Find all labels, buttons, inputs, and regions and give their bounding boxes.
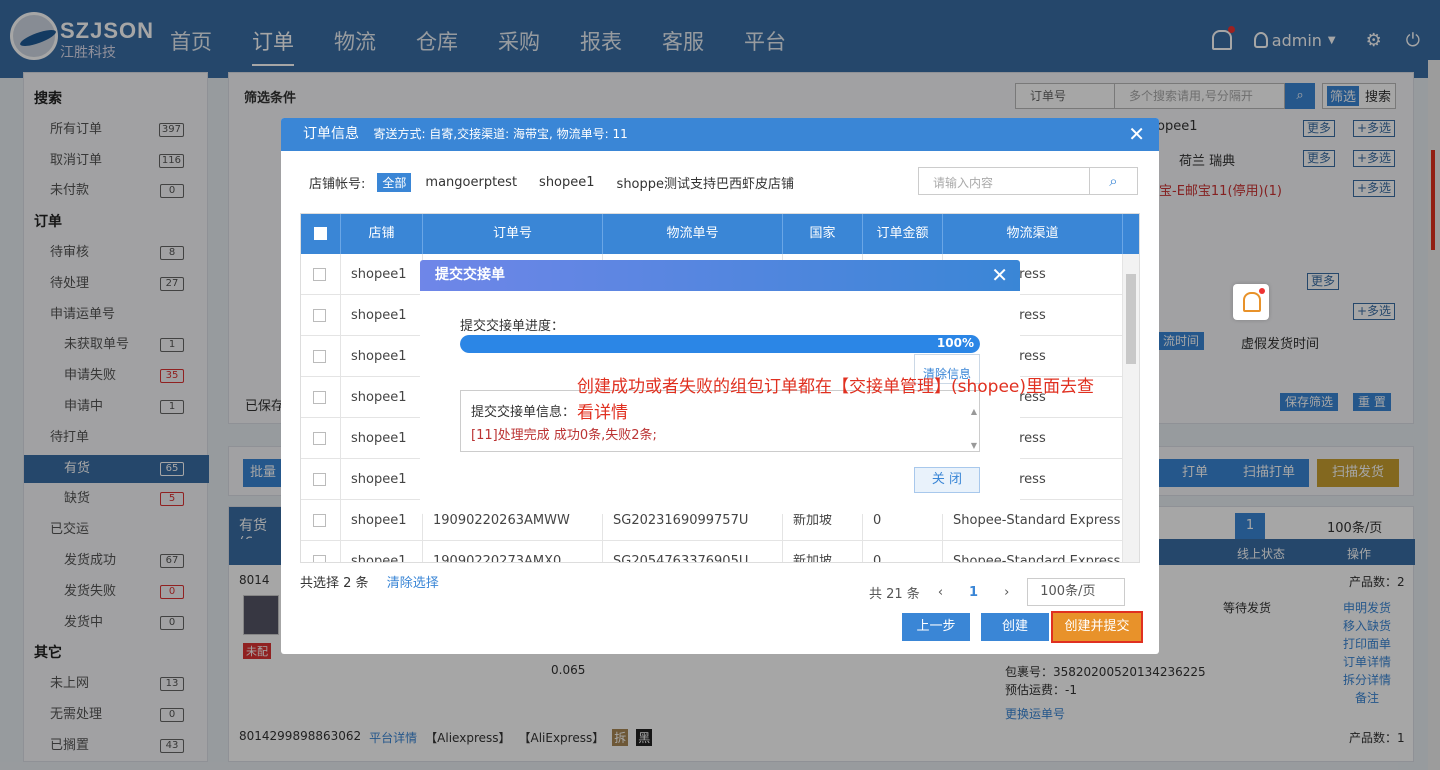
col-tracking-no: 物流单号 xyxy=(603,214,783,254)
table-scrollbar[interactable] xyxy=(1123,254,1139,562)
current-page[interactable]: 1 xyxy=(969,585,978,600)
cell-shop: shopee1 xyxy=(341,459,423,499)
cell-shop: shopee1 xyxy=(341,500,423,540)
search-icon[interactable]: ⌕ xyxy=(1089,168,1137,194)
cell-track: SG2054763376905U xyxy=(603,541,783,562)
pagination: 共 21 条 ‹ 1 › 100条/页 xyxy=(869,578,1126,606)
account-filter: 店铺帐号: 全部 mangoerptest shopee1 shoppe测试支持… xyxy=(309,173,816,192)
cell-shop: shopee1 xyxy=(341,418,423,458)
col-channel: 物流渠道 xyxy=(943,214,1123,254)
col-amount: 订单金额 xyxy=(863,214,943,254)
cell-country: 新加坡 xyxy=(783,541,863,562)
table-row[interactable]: shopee1 19090220273AMX0 SG2054763376905U 新加… xyxy=(301,541,1124,562)
progress-fill xyxy=(460,335,980,353)
cell-shop: shopee1 xyxy=(341,254,423,294)
selection-summary: 共选择 2 条 清除选择 xyxy=(300,572,439,591)
cell-channel: Shopee-Standard Express xyxy=(943,541,1123,562)
cell-order: 19090220273AMX0 xyxy=(423,541,603,562)
cell-amount: 0 xyxy=(863,541,943,562)
row-checkbox[interactable] xyxy=(301,295,341,335)
progress-text: 100% xyxy=(936,336,974,350)
order-info-dialog-header: 订单信息 寄送方式: 自寄,交接渠道: 海带宝, 物流单号: 11 xyxy=(281,118,1159,151)
submit-dialog-title: 提交交接单 xyxy=(420,260,1020,291)
close-button[interactable]: 关 闭 xyxy=(914,467,980,493)
table-scroll-thumb[interactable] xyxy=(1126,274,1136,364)
close-icon[interactable]: ✕ xyxy=(991,263,1008,287)
dialog-subtitle: 寄送方式: 自寄,交接渠道: 海带宝, 物流单号: 11 xyxy=(373,127,628,141)
prev-step-button[interactable]: 上一步 xyxy=(902,613,970,641)
total-count: 共 21 条 xyxy=(869,586,920,602)
progress-bar: 100% xyxy=(460,335,980,353)
next-page-icon[interactable]: › xyxy=(1004,585,1009,600)
close-icon[interactable]: ✕ xyxy=(1128,122,1145,146)
page-size-select[interactable]: 100条/页 xyxy=(1027,578,1126,606)
create-submit-button[interactable]: 创建并提交 xyxy=(1051,611,1143,643)
col-order-no: 订单号 xyxy=(423,214,603,254)
dialog-title: 订单信息 xyxy=(303,126,359,142)
col-country: 国家 xyxy=(783,214,863,254)
create-button[interactable]: 创建 xyxy=(981,613,1049,641)
row-checkbox[interactable] xyxy=(301,377,341,417)
cell-shop: shopee1 xyxy=(341,541,423,562)
cell-shop: shopee1 xyxy=(341,377,423,417)
account-label: 店铺帐号: xyxy=(309,177,366,192)
row-checkbox[interactable] xyxy=(301,459,341,499)
dialog-search-input[interactable]: 请输入内容 xyxy=(933,174,993,191)
account-all[interactable]: 全部 xyxy=(377,173,412,192)
info-result: [11]处理完成 成功0条,失败2条; xyxy=(471,428,657,443)
dialog-search[interactable]: 请输入内容 ⌕ xyxy=(918,167,1138,195)
cell-shop: shopee1 xyxy=(341,295,423,335)
account-option[interactable]: shopee1 xyxy=(539,175,595,190)
account-option[interactable]: shoppe测试支持巴西虾皮店铺 xyxy=(617,173,794,192)
row-checkbox[interactable] xyxy=(301,500,341,540)
row-checkbox[interactable] xyxy=(301,254,341,294)
prev-page-icon[interactable]: ‹ xyxy=(938,585,943,600)
annotation-text: 创建成功或者失败的组包订单都在【交接单管理】(shopee)里面去查看详情 xyxy=(577,377,1095,423)
floating-bell-icon[interactable] xyxy=(1233,284,1269,320)
cell-shop: shopee1 xyxy=(341,336,423,376)
progress-label: 提交交接单进度： xyxy=(460,319,565,334)
row-checkbox[interactable] xyxy=(301,336,341,376)
row-checkbox[interactable] xyxy=(301,418,341,458)
selected-count: 共选择 2 条 xyxy=(300,576,369,591)
select-all-checkbox[interactable] xyxy=(301,214,341,254)
account-option[interactable]: mangoerptest xyxy=(425,175,517,190)
col-shop: 店铺 xyxy=(341,214,423,254)
row-checkbox[interactable] xyxy=(301,541,341,562)
table-header: 店铺 订单号 物流单号 国家 订单金额 物流渠道 xyxy=(301,214,1139,254)
clear-selection-link[interactable]: 清除选择 xyxy=(387,576,439,591)
